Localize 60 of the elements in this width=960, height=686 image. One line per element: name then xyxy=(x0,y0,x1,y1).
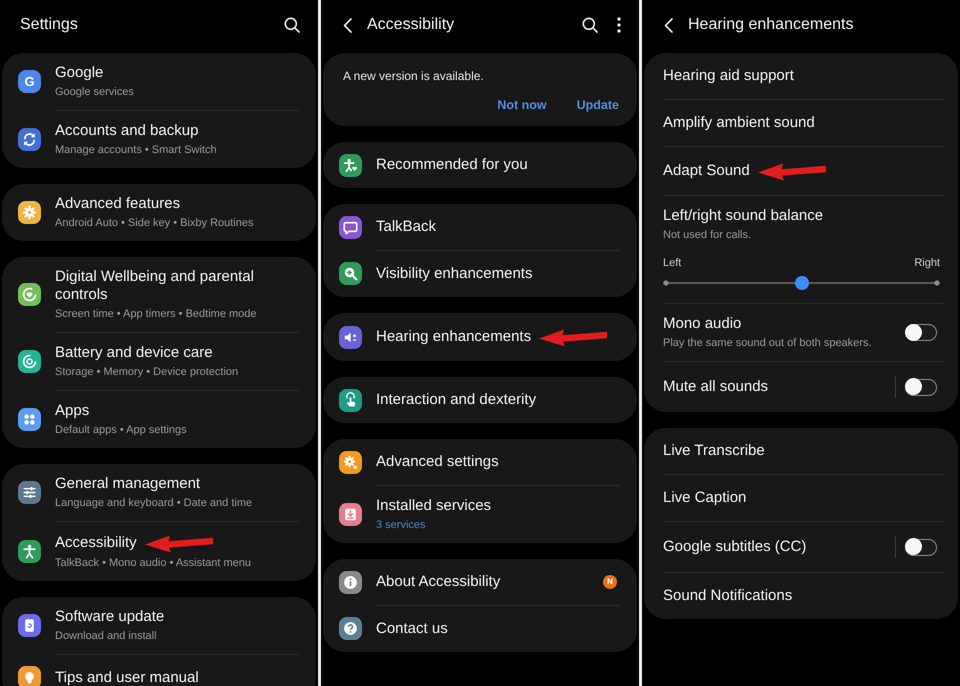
setting-summary: TalkBack • Mono audio • Assistant menu xyxy=(55,556,252,570)
banner-message: A new version is available. xyxy=(343,69,485,83)
setting-summary: Not used for calls. xyxy=(663,228,752,242)
setting-title[interactable]: Contact us xyxy=(376,620,448,638)
toggle-switch[interactable] xyxy=(905,324,937,341)
banner-action-button[interactable]: Update xyxy=(576,98,619,112)
slider-min-label: Left xyxy=(663,256,682,270)
setting-title[interactable]: Advanced features xyxy=(55,195,180,213)
setting-title[interactable]: Tips and user manual xyxy=(55,669,199,686)
setting-summary: 3 services xyxy=(376,518,427,532)
screen-title: Hearing enhancements xyxy=(688,15,854,35)
setting-title[interactable]: Hearing aid support xyxy=(663,67,794,85)
screen-title: Settings xyxy=(20,15,78,35)
setting-title[interactable]: Google xyxy=(55,64,104,82)
setting-title[interactable]: Mute all sounds xyxy=(663,378,768,396)
more-icon[interactable] xyxy=(617,17,621,33)
setting-summary: Screen time • App timers • Bedtime mode xyxy=(55,307,258,321)
back-icon[interactable] xyxy=(664,18,673,32)
setting-summary: Storage • Memory • Device protection xyxy=(55,365,240,379)
setting-title[interactable]: Amplify ambient sound xyxy=(663,114,815,132)
setting-title[interactable]: General management xyxy=(55,475,200,493)
notification-badge: N xyxy=(603,575,617,589)
setting-title[interactable]: Google subtitles (CC) xyxy=(663,538,806,556)
banner-action-button[interactable]: Not now xyxy=(497,98,547,112)
search-icon[interactable] xyxy=(284,17,300,33)
screen-title: Accessibility xyxy=(367,15,454,35)
setting-title[interactable]: Accounts and backup xyxy=(55,122,198,140)
setting-summary: Google services xyxy=(55,85,135,99)
setting-title[interactable]: Battery and device care xyxy=(55,344,213,362)
setting-title[interactable]: Installed services xyxy=(376,497,492,515)
setting-summary: Download and install xyxy=(55,629,158,643)
setting-summary: Default apps • App settings xyxy=(55,423,188,437)
setting-title[interactable]: Advanced settings xyxy=(376,453,499,471)
setting-title[interactable]: Live Transcribe xyxy=(663,442,765,460)
setting-title[interactable]: Visibility enhancements xyxy=(376,265,532,283)
setting-summary: Manage accounts • Smart Switch xyxy=(55,143,218,157)
setting-summary: Play the same sound out of both speakers. xyxy=(663,336,873,350)
setting-title[interactable]: Adapt Sound xyxy=(663,162,750,180)
setting-title[interactable]: Digital Wellbeing and parental controls xyxy=(55,268,298,304)
slider-max-label: Right xyxy=(914,256,940,270)
setting-title[interactable]: About Accessibility xyxy=(376,573,500,591)
setting-title[interactable]: Software update xyxy=(55,608,164,626)
g-logo-icon: G xyxy=(18,70,41,93)
setting-title[interactable]: Accessibility xyxy=(55,534,137,552)
setting-title[interactable]: Interaction and dexterity xyxy=(376,391,536,409)
setting-title[interactable]: Sound Notifications xyxy=(663,587,792,605)
setting-title[interactable]: Recommended for you xyxy=(376,156,528,174)
setting-title[interactable]: Live Caption xyxy=(663,489,746,507)
setting-title[interactable]: Hearing enhancements xyxy=(376,328,532,346)
setting-title[interactable]: Apps xyxy=(55,402,90,420)
toggle-switch[interactable] xyxy=(905,538,937,556)
setting-title[interactable]: TalkBack xyxy=(376,218,436,236)
slider-thumb[interactable] xyxy=(794,276,808,290)
setting-summary: Language and keyboard • Date and time xyxy=(55,496,254,510)
setting-title[interactable]: Left/right sound balance xyxy=(663,207,824,225)
search-icon[interactable] xyxy=(582,17,598,33)
setting-summary: Android Auto • Side key • Bixby Routines xyxy=(55,216,254,230)
toggle-switch[interactable] xyxy=(905,378,937,396)
back-icon[interactable] xyxy=(343,18,352,32)
setting-title[interactable]: Mono audio xyxy=(663,315,742,333)
